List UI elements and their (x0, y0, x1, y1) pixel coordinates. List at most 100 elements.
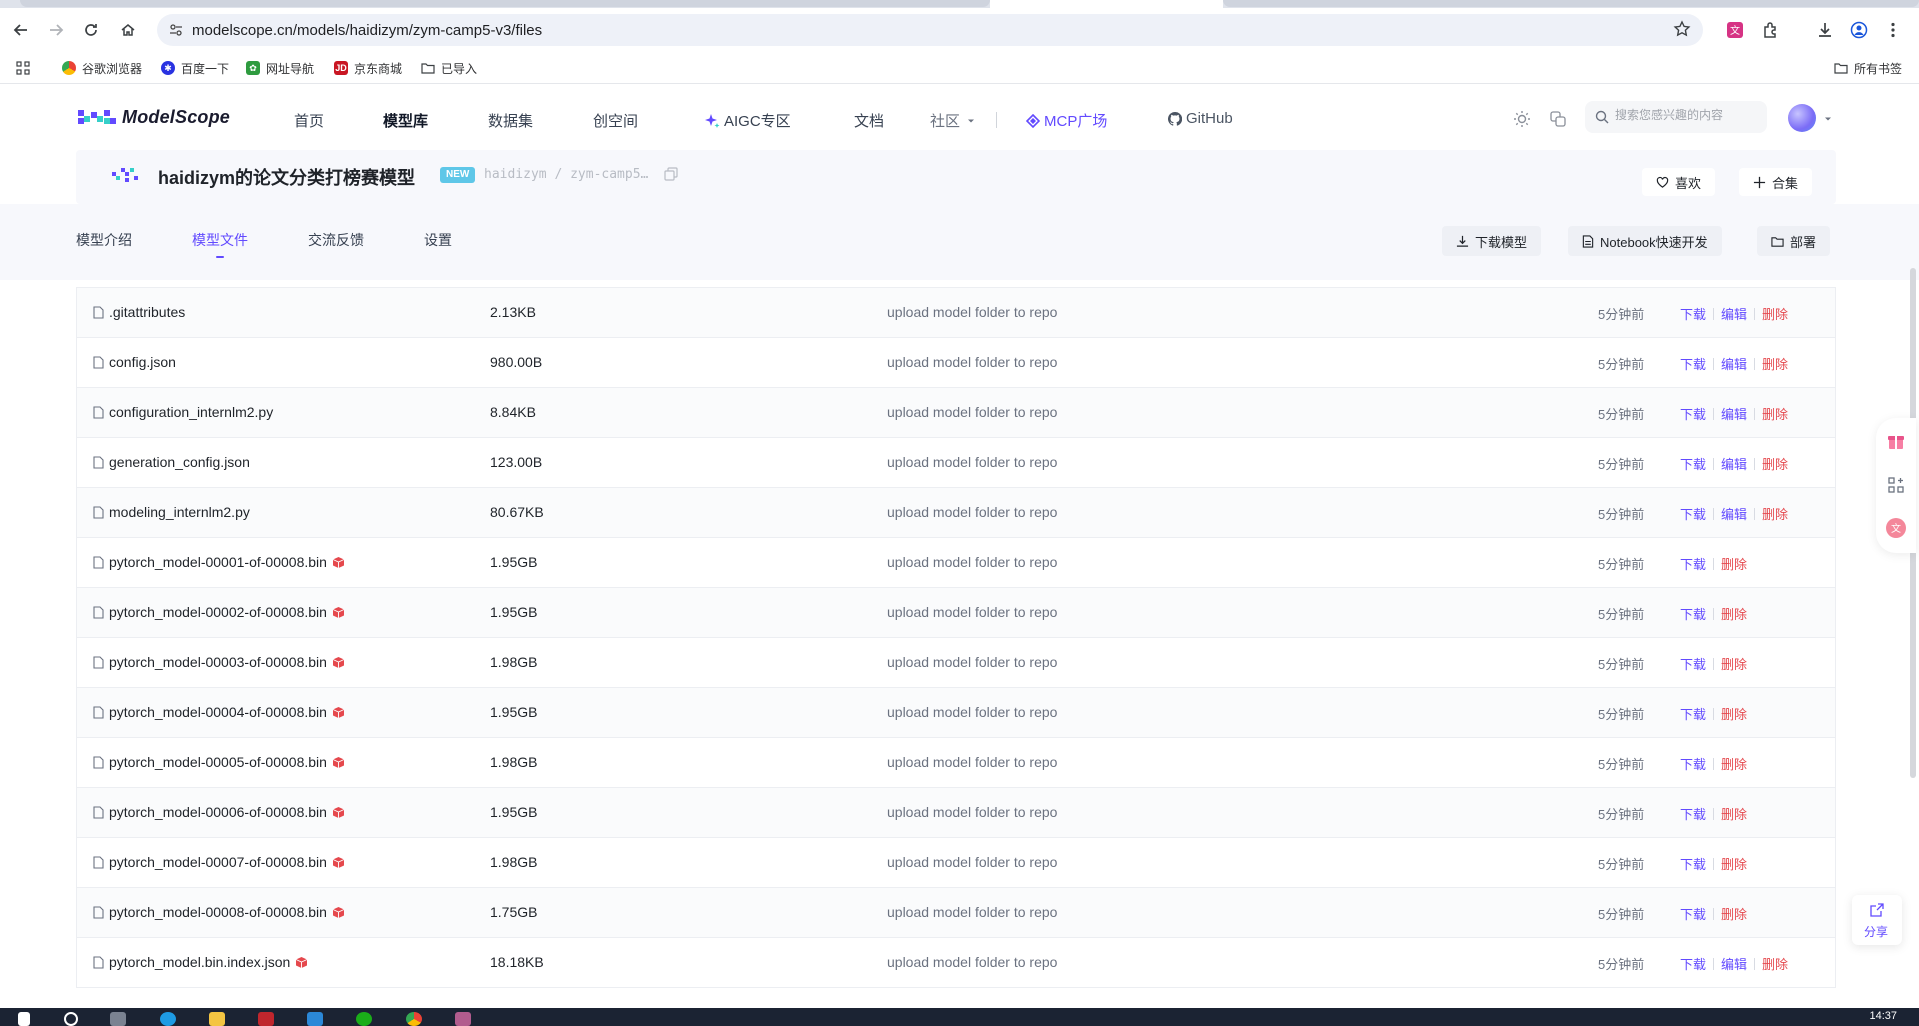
download-link[interactable]: 下载 (1680, 904, 1706, 923)
taskbar-search-icon[interactable] (64, 1012, 78, 1026)
browser-menu-icon[interactable] (1880, 17, 1906, 43)
delete-link[interactable]: 删除 (1762, 954, 1788, 973)
file-name-cell[interactable]: pytorch_model-00004-of-00008.bin (93, 704, 345, 720)
table-row[interactable]: pytorch_model-00005-of-00008.bin 1.98GB up… (77, 738, 1835, 788)
table-row[interactable]: generation_config.json 123.00B upload mode… (77, 438, 1835, 488)
file-name-cell[interactable]: pytorch_model-00007-of-00008.bin (93, 854, 345, 870)
taskbar-explorer-icon[interactable] (209, 1012, 225, 1026)
translate-bubble-icon[interactable]: 文 (1885, 517, 1907, 539)
share-button[interactable]: 分享 (1852, 895, 1902, 945)
language-switch-icon[interactable] (1547, 108, 1569, 130)
delete-link[interactable]: 删除 (1762, 454, 1788, 473)
browser-tab[interactable] (20, 0, 990, 7)
file-name-cell[interactable]: pytorch_model-00002-of-00008.bin (93, 604, 345, 620)
modelscope-logo[interactable]: ModelScope (78, 106, 230, 128)
apps-add-icon[interactable] (1885, 474, 1907, 496)
file-name[interactable]: modeling_internlm2.py (109, 504, 250, 520)
download-link[interactable]: 下载 (1680, 304, 1706, 323)
edit-link[interactable]: 编辑 (1721, 354, 1747, 373)
site-info-icon[interactable] (168, 22, 184, 43)
file-name-cell[interactable]: pytorch_model-00008-of-00008.bin (93, 904, 345, 920)
file-name[interactable]: pytorch_model-00004-of-00008.bin (109, 704, 327, 720)
tab-model-intro[interactable]: 模型介绍 (76, 230, 132, 250)
add-collection-button[interactable]: 合集 (1739, 168, 1813, 196)
table-row[interactable]: pytorch_model.bin.index.json 18.18KB uploa… (77, 938, 1835, 988)
downloads-icon[interactable] (1812, 17, 1838, 43)
table-row[interactable]: configuration_internlm2.py 8.84KB upload m… (77, 388, 1835, 438)
file-name-cell[interactable]: pytorch_model-00003-of-00008.bin (93, 654, 345, 670)
notebook-button[interactable]: Notebook快速开发 (1568, 226, 1722, 256)
nav-aigc[interactable]: AIGC专区 (704, 110, 791, 131)
delete-link[interactable]: 删除 (1721, 854, 1747, 873)
file-name[interactable]: pytorch_model.bin.index.json (109, 954, 290, 970)
delete-link[interactable]: 删除 (1762, 504, 1788, 523)
delete-link[interactable]: 删除 (1721, 904, 1747, 923)
file-name[interactable]: configuration_internlm2.py (109, 404, 273, 420)
gift-icon[interactable] (1885, 430, 1907, 452)
file-name-cell[interactable]: config.json (93, 354, 176, 370)
file-name-cell[interactable]: modeling_internlm2.py (93, 504, 250, 520)
file-name-cell[interactable]: pytorch_model-00001-of-00008.bin (93, 554, 345, 570)
nav-studios[interactable]: 创空间 (593, 110, 638, 131)
table-row[interactable]: pytorch_model-00006-of-00008.bin 1.95GB up… (77, 788, 1835, 838)
browser-tab[interactable] (1223, 0, 1919, 7)
nav-github[interactable]: GitHub (1168, 110, 1233, 127)
download-link[interactable]: 下载 (1680, 854, 1706, 873)
file-name[interactable]: pytorch_model-00001-of-00008.bin (109, 554, 327, 570)
tab-model-files[interactable]: 模型文件 (192, 230, 248, 250)
file-name-cell[interactable]: configuration_internlm2.py (93, 404, 273, 420)
download-link[interactable]: 下载 (1680, 554, 1706, 573)
table-row[interactable]: config.json 980.00B upload model folder to… (77, 338, 1835, 388)
theme-sun-icon[interactable] (1511, 108, 1533, 130)
nav-models[interactable]: 模型库 (383, 110, 428, 131)
table-row[interactable]: pytorch_model-00002-of-00008.bin 1.95GB up… (77, 588, 1835, 638)
home-icon[interactable] (115, 17, 141, 43)
delete-link[interactable]: 删除 (1762, 404, 1788, 423)
file-name[interactable]: config.json (109, 354, 176, 370)
avatar[interactable] (1788, 104, 1816, 132)
edit-link[interactable]: 编辑 (1721, 404, 1747, 423)
nav-datasets[interactable]: 数据集 (488, 110, 533, 131)
nav-home[interactable]: 首页 (294, 110, 324, 131)
delete-link[interactable]: 删除 (1721, 654, 1747, 673)
file-name[interactable]: pytorch_model-00008-of-00008.bin (109, 904, 327, 920)
download-link[interactable]: 下载 (1680, 454, 1706, 473)
file-name[interactable]: pytorch_model-00003-of-00008.bin (109, 654, 327, 670)
bookmark-imported-folder[interactable]: 已导入 (421, 59, 477, 77)
delete-link[interactable]: 删除 (1721, 554, 1747, 573)
taskbar-wechat-icon[interactable] (356, 1012, 372, 1026)
model-path[interactable]: haidizym / zym-camp5… (484, 167, 648, 182)
nav-community[interactable]: 社区 (930, 110, 976, 131)
extension-translate-icon[interactable]: 文 (1722, 17, 1748, 43)
nav-mcp[interactable]: MCP广场 (1026, 110, 1107, 131)
edit-link[interactable]: 编辑 (1721, 954, 1747, 973)
taskbar-app-icon[interactable] (455, 1012, 471, 1026)
avatar-chevron-down-icon[interactable] (1823, 114, 1833, 124)
tab-settings[interactable]: 设置 (424, 230, 452, 250)
tab-feedback[interactable]: 交流反馈 (308, 230, 364, 250)
file-name-cell[interactable]: generation_config.json (93, 454, 250, 470)
table-row[interactable]: pytorch_model-00004-of-00008.bin 1.95GB up… (77, 688, 1835, 738)
site-search[interactable] (1585, 101, 1767, 133)
table-row[interactable]: pytorch_model-00001-of-00008.bin 1.95GB up… (77, 538, 1835, 588)
taskbar-app-icon[interactable] (307, 1012, 323, 1026)
browser-tab-active[interactable] (990, 0, 1223, 8)
forward-icon[interactable] (43, 17, 69, 43)
download-link[interactable]: 下载 (1680, 654, 1706, 673)
edit-link[interactable]: 编辑 (1721, 304, 1747, 323)
file-name[interactable]: pytorch_model-00002-of-00008.bin (109, 604, 327, 620)
search-input[interactable] (1615, 108, 1760, 122)
delete-link[interactable]: 删除 (1762, 304, 1788, 323)
edit-link[interactable]: 编辑 (1721, 504, 1747, 523)
file-name[interactable]: generation_config.json (109, 454, 250, 470)
extensions-puzzle-icon[interactable] (1758, 17, 1784, 43)
nav-docs[interactable]: 文档 (854, 110, 884, 131)
bookmark-nav[interactable]: ✿ 网址导航 (246, 59, 314, 77)
copy-icon[interactable] (664, 167, 678, 186)
apps-grid-icon[interactable] (16, 59, 30, 77)
delete-link[interactable]: 删除 (1721, 604, 1747, 623)
taskbar-edge-icon[interactable] (160, 1012, 176, 1026)
download-link[interactable]: 下载 (1680, 954, 1706, 973)
delete-link[interactable]: 删除 (1721, 804, 1747, 823)
taskbar-taskview-icon[interactable] (110, 1012, 126, 1026)
